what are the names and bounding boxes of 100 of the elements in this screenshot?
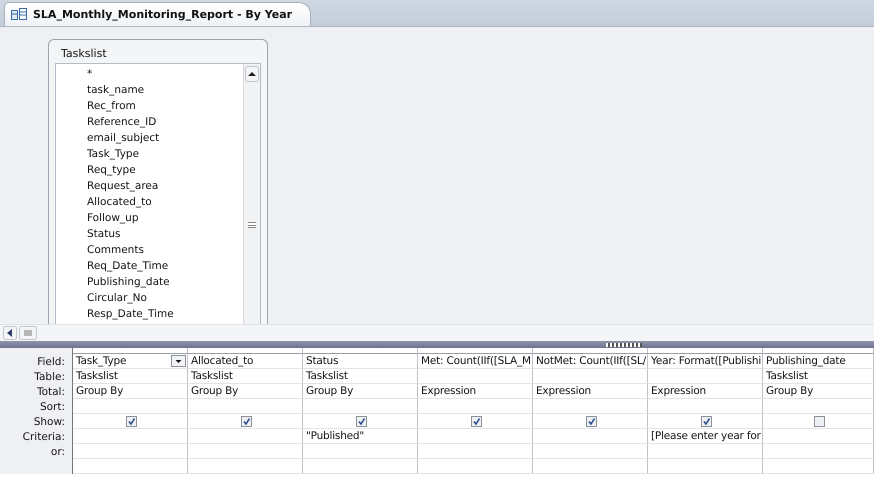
field-item[interactable]: task_name <box>87 82 144 98</box>
field-item[interactable]: Task_Type <box>87 146 140 162</box>
table-cell[interactable] <box>418 369 533 384</box>
table-cell[interactable] <box>418 444 533 459</box>
table-cell[interactable] <box>648 414 763 429</box>
field-item[interactable]: Req_type <box>87 162 136 178</box>
table-cell[interactable] <box>648 444 763 459</box>
field-item[interactable]: Reference_ID <box>87 114 156 130</box>
row-label: Sort: <box>0 399 73 414</box>
table-cell[interactable] <box>533 414 648 429</box>
scroll-grip-icon[interactable] <box>19 326 37 340</box>
column-selector[interactable] <box>763 348 874 354</box>
table-cell[interactable] <box>418 399 533 414</box>
column-selector[interactable] <box>648 348 763 354</box>
table-cell[interactable]: NotMet: Count(IIf([SL/ <box>533 354 648 369</box>
table-cell[interactable]: "Published" <box>303 429 418 444</box>
scrollbar[interactable] <box>0 324 874 341</box>
table-cell[interactable] <box>188 399 303 414</box>
row-label: Show: <box>0 414 73 429</box>
table-cell[interactable] <box>763 459 874 474</box>
table-cell[interactable] <box>763 429 874 444</box>
table-cell[interactable] <box>188 444 303 459</box>
field-item[interactable]: Req_Date_Time <box>87 258 168 274</box>
table-cell[interactable] <box>188 459 303 474</box>
checkbox[interactable] <box>470 416 482 426</box>
field-item[interactable]: * <box>87 66 92 82</box>
table-cell[interactable] <box>533 399 648 414</box>
table-cell[interactable] <box>418 429 533 444</box>
table-box[interactable]: Taskslist * task_name Rec_from Reference_ID email_subject Task_Type Req_type Request_area Allocated_to Follow_up Status Comments Req_Date_Time Publishing_date Circular_No Resp_Date_Time <box>48 39 268 324</box>
table-cell[interactable] <box>533 459 648 474</box>
row-label: Total: <box>0 384 73 399</box>
arrow-left-icon[interactable] <box>3 326 17 340</box>
checkbox[interactable] <box>356 416 366 426</box>
field-item[interactable]: Circular_No <box>87 290 147 306</box>
scrollbar[interactable] <box>243 64 260 324</box>
table-cell[interactable] <box>533 444 648 459</box>
table-cell[interactable] <box>73 429 188 444</box>
table-cell[interactable]: Taskslist <box>303 369 418 384</box>
table-cell[interactable]: Taskslist <box>188 369 303 384</box>
column-selector[interactable] <box>303 348 418 354</box>
table-cell[interactable] <box>418 459 533 474</box>
table-cell[interactable] <box>533 369 648 384</box>
table-cell[interactable]: Expression <box>418 384 533 399</box>
row-label: Table: <box>0 369 73 384</box>
table-cell[interactable] <box>533 429 648 444</box>
tab-title: SLA_Monthly_Monitoring_Report - By Year <box>33 8 292 21</box>
table-cell[interactable]: Expression <box>533 384 648 399</box>
table-cell[interactable] <box>73 444 188 459</box>
checkbox[interactable] <box>814 416 824 426</box>
combo-box[interactable]: Task_Type <box>73 354 188 369</box>
table-cell[interactable]: Taskslist <box>73 369 188 384</box>
table-cell[interactable]: Group By <box>763 384 874 399</box>
row-label: Field: <box>0 354 73 369</box>
checkbox[interactable] <box>240 416 252 426</box>
checkbox[interactable] <box>586 416 596 426</box>
table-cell[interactable]: Group By <box>188 384 303 399</box>
table-cell[interactable] <box>763 414 874 429</box>
table-cell[interactable]: Group By <box>73 384 188 399</box>
table-cell[interactable]: Publishing_date <box>763 354 874 369</box>
field-item[interactable]: Rec_from <box>87 98 136 114</box>
table-cell[interactable]: Met: Count(IIf([SLA_M <box>418 354 533 369</box>
table-cell[interactable] <box>648 399 763 414</box>
table-cell[interactable]: Group By <box>303 384 418 399</box>
field-item[interactable]: Publishing_date <box>87 274 170 290</box>
checkbox[interactable] <box>126 416 136 426</box>
table-cell[interactable] <box>73 459 188 474</box>
table-cell[interactable] <box>188 429 303 444</box>
row-label: or: <box>0 444 73 459</box>
field-item[interactable]: Status <box>87 226 120 242</box>
table-cell[interactable] <box>763 444 874 459</box>
table-cell[interactable] <box>648 369 763 384</box>
field-item[interactable]: email_subject <box>87 130 160 146</box>
field-item[interactable]: Resp_Date_Time <box>87 306 174 322</box>
table-cell[interactable]: Status <box>303 354 418 369</box>
table-cell[interactable]: Expression <box>648 384 763 399</box>
document-tab[interactable]: SLA_Monthly_Monitoring_Report - By Year <box>4 2 312 26</box>
table-cell[interactable]: Allocated_to <box>188 354 303 369</box>
table-cell[interactable] <box>303 444 418 459</box>
row-label: Criteria: <box>0 429 73 444</box>
table-cell[interactable]: Taskslist <box>763 369 874 384</box>
splitter-grip-icon[interactable] <box>606 342 642 346</box>
field-item[interactable]: Request_area <box>87 178 158 194</box>
field-item[interactable]: Comments <box>87 242 144 258</box>
table-cell[interactable] <box>303 459 418 474</box>
table-cell[interactable] <box>73 414 188 429</box>
table-cell[interactable] <box>188 414 303 429</box>
field-item[interactable]: Allocated_to <box>87 194 152 210</box>
table-cell[interactable] <box>303 414 418 429</box>
scroll-grip-icon[interactable] <box>248 222 256 228</box>
table-cell[interactable]: Year: Format([Publishi <box>648 354 763 369</box>
table-cell[interactable] <box>418 414 533 429</box>
table-cell[interactable] <box>303 399 418 414</box>
column-selector[interactable] <box>418 348 533 354</box>
table-cell[interactable] <box>763 399 874 414</box>
table-cell[interactable] <box>73 399 188 414</box>
table-cell[interactable] <box>648 459 763 474</box>
arrow-up-icon[interactable] <box>245 66 259 82</box>
checkbox[interactable] <box>700 416 712 426</box>
table-cell[interactable]: [Please enter year for <box>648 429 763 444</box>
field-item[interactable]: Follow_up <box>87 210 139 226</box>
